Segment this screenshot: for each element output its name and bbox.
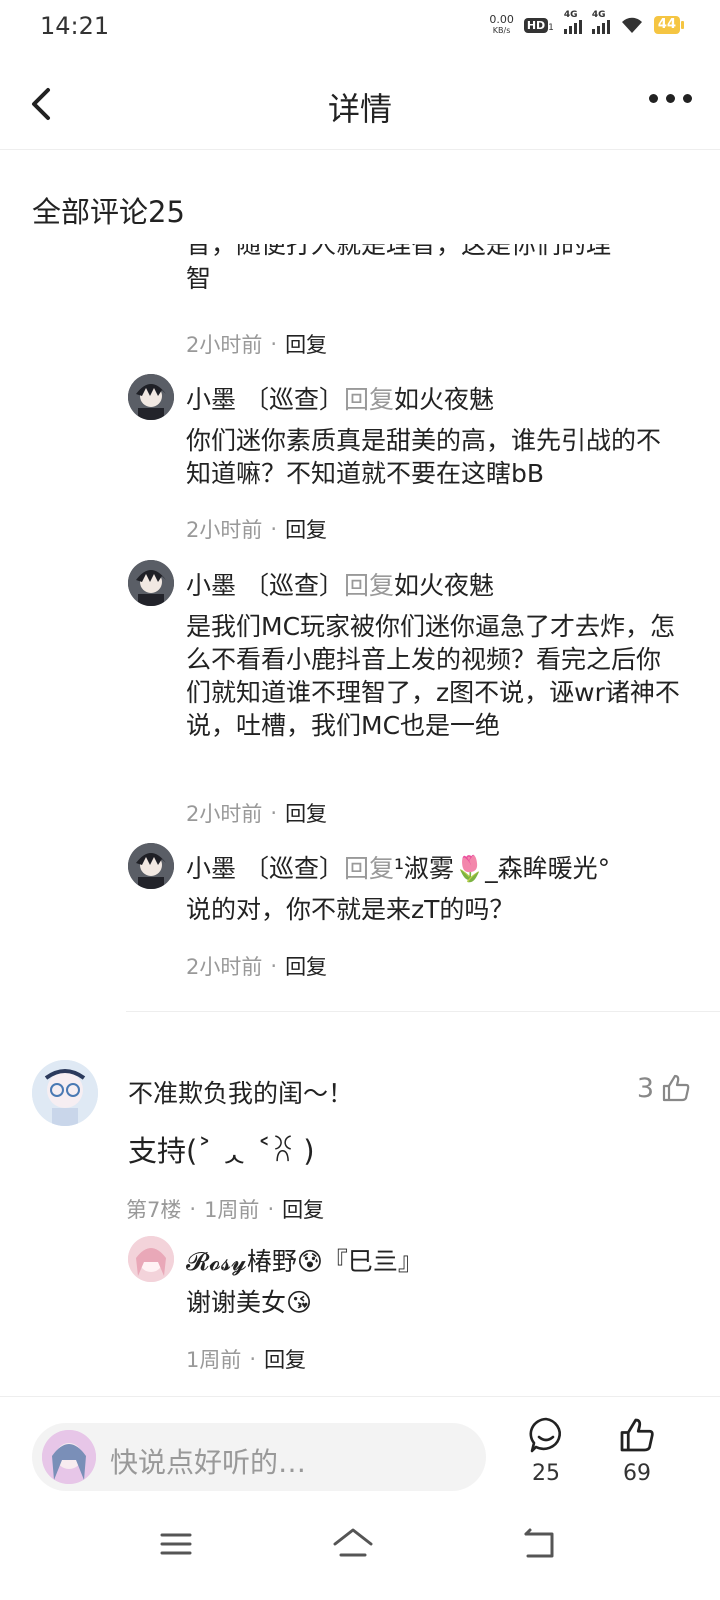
reply-meta: 2小时前 · 回复 — [186, 514, 327, 544]
reply-target[interactable]: 如火夜魅 — [394, 385, 494, 414]
reply-text-clipped: 音，随便打人就是理智，这是你们的理 智 — [186, 244, 666, 296]
comment-meta: 第7楼 · 1周前 · 回复 — [126, 1194, 324, 1224]
avatar[interactable] — [128, 843, 174, 889]
thumbs-up-icon — [662, 1074, 690, 1102]
comment-icon — [529, 1417, 561, 1453]
comment-count: 25 — [532, 1461, 560, 1486]
speed-value: 0.00 — [489, 13, 514, 26]
reply-word: 回复 — [343, 854, 394, 883]
reply-text: 谢谢美女😘 — [186, 1288, 313, 1317]
reply-time: 2小时前 — [186, 955, 263, 979]
floor-number: 第7楼 — [126, 1198, 182, 1222]
comment-item: 不准欺负我的闺～！ 3 支持(˃ ᆺ ˂ꐦ ) 第7楼 · 1周前 · 回复 𝓡… — [32, 1060, 692, 1372]
menu-icon[interactable] — [154, 1522, 198, 1566]
reply-item: 小墨 〔巡查〕回复¹淑雾🌷_森眸暖光° 说的对，你不就是来zT的吗？ 2小时前 … — [128, 843, 688, 983]
like-count: 69 — [623, 1461, 651, 1486]
reply-time: 1周前 — [186, 1348, 242, 1372]
network-speed: 0.00 KB/s — [489, 14, 514, 36]
reply-text: 你们迷你素质真是甜美的高，谁先引战的不知道嘛？不知道就不要在这瞎bB — [186, 426, 662, 488]
reply-button[interactable]: 回复 — [285, 329, 327, 359]
reply-username[interactable]: 𝓡𝓸𝓼𝔂椿野😰『巳亖』 — [186, 1242, 423, 1278]
status-bar: 14:21 0.00 KB/s HD 1 4G 4G 44 — [0, 0, 720, 56]
comment-time: 1周前 — [204, 1198, 260, 1222]
comment-count-button[interactable]: 25 — [516, 1415, 576, 1486]
system-nav-bar — [0, 1500, 720, 1600]
reply-username[interactable]: 小墨 — [186, 385, 236, 414]
like-button[interactable]: 3 — [637, 1072, 692, 1104]
reply-time: 2小时前 — [186, 518, 263, 542]
hd-indicator: HD 1 — [523, 17, 554, 33]
hd-sub: 1 — [548, 22, 554, 33]
reply-meta: 1周前 · 回复 — [186, 1344, 306, 1374]
reply-username[interactable]: 小墨 — [186, 854, 236, 883]
reply-target[interactable]: ¹淑雾🌷_森眸暖光° — [394, 854, 610, 883]
avatar[interactable] — [32, 1060, 98, 1126]
reply-time: 2小时前 — [186, 333, 263, 357]
reply-meta: 2小时前 · 回复 — [186, 798, 327, 828]
like-post-button[interactable]: 69 — [607, 1415, 667, 1486]
signal-icon-2: 4G — [591, 10, 610, 34]
reply-button[interactable]: 回复 — [285, 514, 327, 544]
reply-word: 回复 — [343, 385, 394, 414]
role-badge: 〔巡查〕 — [243, 854, 344, 883]
reply-item: 小墨 〔巡查〕回复如火夜魅 是我们MC玩家被你们迷你逼急了才去炸，怎么不看看小鹿… — [128, 560, 688, 826]
status-icons: 0.00 KB/s HD 1 4G 4G 44 — [489, 10, 685, 36]
back-icon[interactable] — [518, 1522, 562, 1566]
reply-button[interactable]: 回复 — [285, 798, 327, 828]
comment-username[interactable]: 不准欺负我的闺～！ — [128, 1074, 353, 1110]
status-time: 14:21 — [40, 12, 110, 40]
clipped-line: 音，随便打人就是理智，这是你们的理 — [186, 244, 612, 259]
signal-icon: 4G — [563, 10, 582, 34]
reply-header: 小墨 〔巡查〕回复¹淑雾🌷_森眸暖光° — [186, 849, 610, 885]
reply-target[interactable]: 如火夜魅 — [394, 571, 494, 600]
top-nav-bar: 详情 — [0, 56, 720, 150]
battery-icon: 44 — [653, 16, 685, 34]
avatar[interactable] — [128, 1236, 174, 1282]
role-badge: 〔巡查〕 — [243, 385, 344, 414]
comment-text: 支持(˃ ᆺ ˂ꐦ ) — [128, 1134, 315, 1168]
avatar[interactable] — [128, 374, 174, 420]
wifi-icon — [621, 17, 642, 33]
comment-input[interactable]: 快说点好听的… — [32, 1423, 486, 1491]
reply-meta: 2小时前 · 回复 — [186, 951, 327, 981]
avatar — [42, 1430, 96, 1484]
like-count: 3 — [636, 1072, 654, 1104]
speed-unit: KB/s — [492, 26, 511, 35]
reply-item: 𝓡𝓸𝓼𝔂椿野😰『巳亖』 谢谢美女😘 1周前 · 回复 — [128, 1236, 688, 1372]
thumbs-up-icon — [620, 1418, 654, 1452]
home-icon[interactable] — [331, 1522, 375, 1566]
reply-text: 说的对，你不就是来zT的吗？ — [186, 895, 515, 924]
reply-button[interactable]: 回复 — [282, 1194, 324, 1224]
reply-item: 小墨 〔巡查〕回复如火夜魅 你们迷你素质真是甜美的高，谁先引战的不知道嘛？不知道… — [128, 374, 688, 542]
net-type-1: 4G — [563, 10, 578, 20]
reply-username[interactable]: 小墨 — [186, 571, 236, 600]
divider — [126, 1011, 720, 1012]
comments-header: 全部评论25 — [32, 195, 185, 229]
clipped-last-line: 智 — [186, 264, 212, 293]
role-badge: 〔巡查〕 — [243, 571, 344, 600]
reply-header: 小墨 〔巡查〕回复如火夜魅 — [186, 380, 494, 416]
reply-button[interactable]: 回复 — [285, 951, 327, 981]
reply-time: 2小时前 — [186, 802, 263, 826]
reply-word: 回复 — [343, 571, 394, 600]
reply-button[interactable]: 回复 — [264, 1344, 306, 1374]
reply-header: 小墨 〔巡查〕回复如火夜魅 — [186, 566, 494, 602]
page-title: 详情 — [327, 90, 392, 128]
avatar[interactable] — [128, 560, 174, 606]
input-placeholder: 快说点好听的… — [110, 1446, 307, 1479]
net-type-2: 4G — [591, 10, 606, 20]
more-horizontal-icon[interactable] — [649, 94, 692, 103]
reply-meta: 2小时前 · 回复 — [186, 329, 327, 359]
comment-list[interactable]: 全部评论25 音，随便打人就是理智，这是你们的理 智 2小时前 · 回复 小墨 … — [0, 151, 720, 1396]
comment-input-bar: 快说点好听的… 25 69 — [0, 1396, 720, 1500]
reply-text: 是我们MC玩家被你们迷你逼急了才去炸，怎么不看看小鹿抖音上发的视频？看完之后你们… — [186, 612, 680, 740]
hd-icon: HD — [523, 17, 549, 33]
